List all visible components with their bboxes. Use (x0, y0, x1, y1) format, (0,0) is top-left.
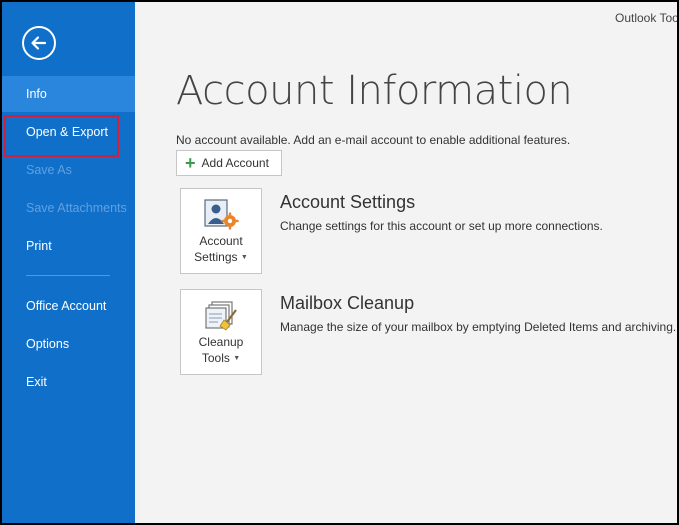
account-settings-description: Change settings for this account or set … (280, 219, 603, 233)
account-settings-icon (204, 199, 239, 230)
dropdown-caret-icon: ▼ (233, 354, 241, 362)
sidebar-item-office-account[interactable]: Office Account (2, 288, 135, 324)
backstage-sidebar: Info Open & Export Save As Save Attachme… (2, 2, 135, 523)
mailbox-cleanup-title: Mailbox Cleanup (280, 293, 415, 313)
backstage-window: Info Open & Export Save As Save Attachme… (2, 2, 677, 523)
dropdown-caret-icon: ▼ (240, 253, 248, 261)
add-account-button[interactable]: + Add Account (176, 150, 282, 176)
back-arrow-icon (31, 36, 47, 50)
page-title: Account Information (176, 68, 573, 114)
sidebar-divider (26, 275, 110, 276)
cleanup-tools-icon (205, 301, 237, 331)
cleanup-tools-tile-label: Cleanup Tools ▼ (198, 335, 244, 365)
back-button[interactable] (22, 26, 56, 60)
mailbox-cleanup-description: Manage the size of your mailbox by empty… (280, 320, 677, 334)
sidebar-item-save-as: Save As (26, 163, 72, 177)
cleanup-tools-button[interactable]: Cleanup Tools ▼ (180, 289, 262, 375)
account-settings-button[interactable]: Account Settings ▼ (180, 188, 262, 274)
add-account-label: Add Account (201, 156, 269, 170)
sidebar-item-info[interactable]: Info (2, 76, 135, 112)
app-title: Outlook Too (615, 11, 677, 25)
plus-icon: + (185, 153, 196, 173)
main-content: Outlook Too Account Information No accou… (135, 2, 677, 523)
sidebar-item-options[interactable]: Options (2, 326, 135, 362)
sidebar-item-open-export[interactable]: Open & Export (2, 114, 135, 157)
sidebar-item-save-attachments: Save Attachments (26, 201, 127, 215)
sidebar-item-exit[interactable]: Exit (2, 364, 135, 400)
account-settings-title: Account Settings (280, 192, 416, 212)
sidebar-item-print[interactable]: Print (2, 228, 135, 264)
account-status-text: No account available. Add an e-mail acco… (176, 133, 571, 147)
account-settings-tile-label: Account Settings ▼ (194, 234, 248, 264)
